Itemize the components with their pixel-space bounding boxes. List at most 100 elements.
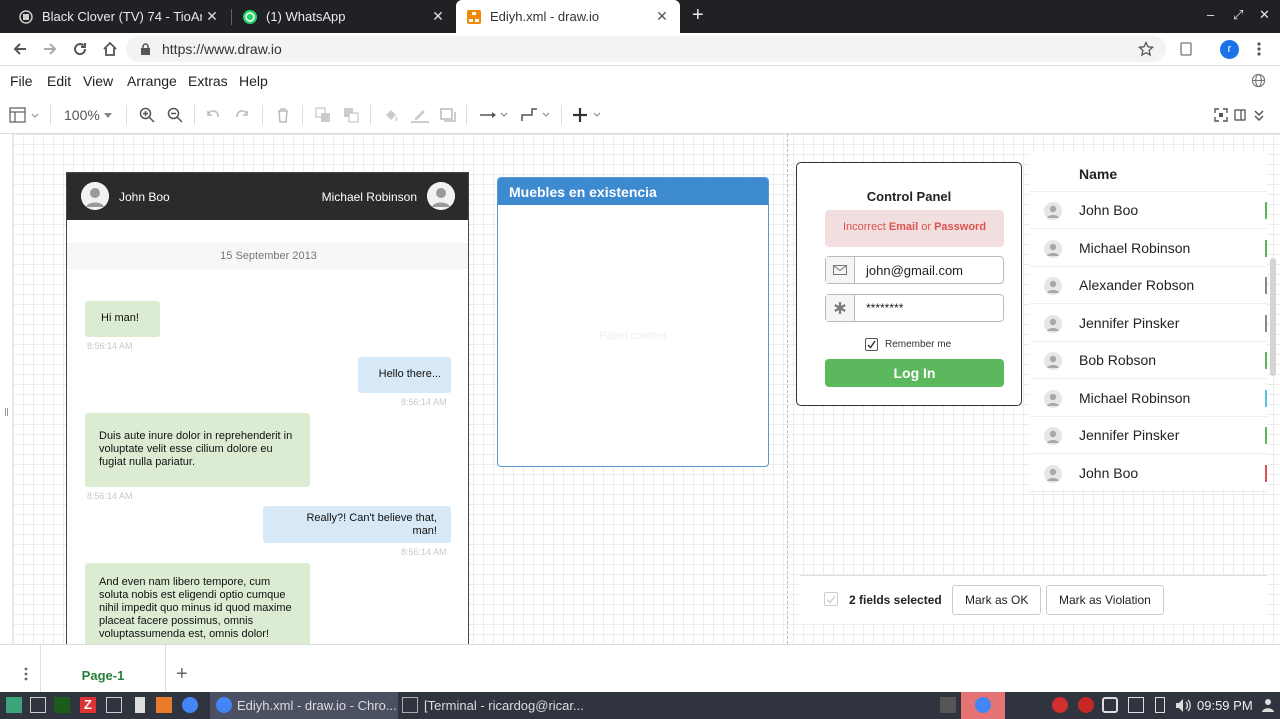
menu-help[interactable]: Help: [239, 73, 268, 89]
email-field[interactable]: john@gmail.com: [825, 256, 1004, 284]
undo-icon[interactable]: [206, 108, 220, 122]
remember-label: Remember me: [885, 339, 952, 350]
url-text[interactable]: https://www.draw.io: [162, 41, 282, 57]
browser-menu-icon[interactable]: [1256, 41, 1262, 57]
close-window-button[interactable]: ✕: [1259, 7, 1270, 23]
shadow-icon[interactable]: [440, 107, 456, 123]
to-front-icon[interactable]: [315, 107, 331, 123]
mark-as-violation-button[interactable]: Mark as Violation: [1046, 585, 1164, 615]
sidebar-resize-handle[interactable]: [5, 408, 8, 416]
menu-arrange[interactable]: Arrange: [127, 73, 177, 89]
omnibox[interactable]: https://www.draw.io: [126, 36, 1166, 62]
list-item[interactable]: Michael Robinson: [1030, 380, 1267, 417]
system-monitor-icon[interactable]: [54, 697, 70, 713]
list-item[interactable]: Jennifer Pinsker: [1030, 417, 1267, 454]
to-back-icon[interactable]: [343, 107, 359, 123]
delete-icon[interactable]: [276, 107, 290, 123]
diagram-canvas[interactable]: John Boo Michael Robinson 15 September 2…: [13, 134, 1280, 644]
remember-checkbox[interactable]: [865, 338, 878, 351]
maximize-button[interactable]: ⤢: [1233, 7, 1243, 23]
taskbar-task-chrome[interactable]: Ediyh.xml - draw.io - Chro...: [210, 692, 398, 719]
back-icon[interactable]: [12, 41, 28, 57]
panel-shape[interactable]: Muebles en existencia Panel content: [497, 177, 769, 467]
list-item[interactable]: John Boo: [1030, 455, 1267, 492]
vertical-scrollbar[interactable]: [1270, 258, 1276, 376]
user-icon[interactable]: [1262, 698, 1274, 713]
bookmark-star-icon[interactable]: [1138, 41, 1154, 57]
taskbar-task-terminal[interactable]: [Terminal - ricardog@ricar...: [398, 692, 598, 719]
browser-tab-drawio[interactable]: Ediyh.xml - draw.io ✕: [456, 0, 680, 33]
list-item[interactable]: Alexander Robson: [1030, 267, 1267, 304]
fill-color-icon[interactable]: [383, 107, 399, 123]
clipboard-icon[interactable]: [1128, 697, 1144, 713]
zoom-out-icon[interactable]: [167, 107, 183, 123]
workspace-active[interactable]: [961, 692, 1005, 719]
list-item[interactable]: Michael Robinson: [1030, 230, 1267, 267]
os-taskbar: Z Ediyh.xml - draw.io - Chro... [Termina…: [0, 692, 1280, 719]
name-list-shape[interactable]: Name John Boo Michael Robinson Alexander R…: [1030, 153, 1267, 492]
waypoints-icon[interactable]: [521, 107, 551, 123]
zoom-in-icon[interactable]: [139, 107, 155, 123]
add-page-button[interactable]: +: [176, 663, 188, 686]
password-field[interactable]: ********: [825, 294, 1004, 322]
drawing-app-icon[interactable]: [156, 697, 172, 713]
login-button[interactable]: Log In: [825, 359, 1004, 387]
list-item[interactable]: John Boo: [1030, 192, 1267, 229]
new-tab-button[interactable]: +: [692, 4, 704, 27]
mail-icon[interactable]: [1052, 697, 1068, 713]
list-item[interactable]: Jennifer Pinsker: [1030, 305, 1267, 342]
close-tab-icon[interactable]: ✕: [428, 8, 448, 25]
text-editor-icon[interactable]: [106, 697, 122, 713]
menu-edit[interactable]: Edit: [47, 73, 71, 89]
record-icon[interactable]: [1078, 697, 1094, 713]
notification-icon[interactable]: [1102, 697, 1118, 713]
battery-icon[interactable]: [1155, 697, 1165, 713]
toggle-panel-icon[interactable]: [1234, 108, 1246, 122]
reload-icon[interactable]: [72, 41, 88, 57]
browser-tab-whatsapp[interactable]: (1) WhatsApp ✕: [232, 0, 456, 33]
status-indicator: [1265, 202, 1267, 219]
fullscreen-icon[interactable]: [1214, 108, 1228, 122]
mark-as-ok-button[interactable]: Mark as OK: [952, 585, 1042, 615]
format-panel-icon[interactable]: [9, 107, 39, 123]
zotero-icon[interactable]: Z: [80, 697, 96, 713]
insert-plus-icon[interactable]: [573, 107, 603, 123]
redo-icon[interactable]: [235, 108, 249, 122]
close-tab-icon[interactable]: ✕: [202, 8, 222, 25]
language-globe-icon[interactable]: [1251, 73, 1266, 88]
clock: 09:59 PM: [1197, 698, 1253, 713]
page-tab-current[interactable]: Page-1: [40, 645, 166, 692]
file-icon[interactable]: [135, 697, 145, 713]
connection-style-icon[interactable]: [479, 107, 509, 123]
avatar: [81, 182, 109, 210]
minimize-button[interactable]: –: [1207, 7, 1214, 22]
volume-icon[interactable]: [1175, 698, 1191, 713]
forward-icon[interactable]: [42, 41, 58, 57]
chat-window-shape[interactable]: John Boo Michael Robinson 15 September 2…: [66, 172, 469, 644]
close-tab-icon[interactable]: ✕: [652, 8, 672, 25]
select-all-checkbox[interactable]: [824, 592, 838, 606]
home-icon[interactable]: [102, 41, 118, 57]
workspace-icon[interactable]: [940, 697, 956, 713]
list-item[interactable]: Bob Robson: [1030, 342, 1267, 379]
profile-avatar[interactable]: r: [1220, 40, 1239, 59]
chevron-down-icon[interactable]: [104, 113, 112, 118]
email-value[interactable]: john@gmail.com: [866, 263, 963, 278]
page-tab-bar: Page-1 +: [0, 644, 1280, 692]
terminal-launcher-icon[interactable]: [30, 697, 46, 713]
collapse-chevrons-icon[interactable]: [1253, 108, 1265, 122]
chrome-launcher-icon[interactable]: [182, 697, 198, 713]
left-sidebar-collapsed[interactable]: [0, 134, 13, 644]
password-value[interactable]: ********: [866, 301, 903, 315]
app-menu-icon[interactable]: [6, 697, 22, 713]
menu-extras[interactable]: Extras: [188, 73, 228, 89]
control-panel-shape[interactable]: Control Panel Incorrect Email or Passwor…: [796, 162, 1022, 406]
menu-view[interactable]: View: [83, 73, 113, 89]
zoom-level[interactable]: 100%: [64, 107, 100, 123]
browser-tab-tioanime[interactable]: Black Clover (TV) 74 - TioAnim ✕: [0, 0, 230, 33]
pages-menu-icon[interactable]: [24, 667, 28, 681]
extension-icon[interactable]: [1178, 41, 1194, 57]
menu-file[interactable]: File: [10, 73, 33, 89]
message-time: 8:56:14 AM: [87, 341, 133, 351]
line-color-icon[interactable]: [411, 107, 429, 123]
